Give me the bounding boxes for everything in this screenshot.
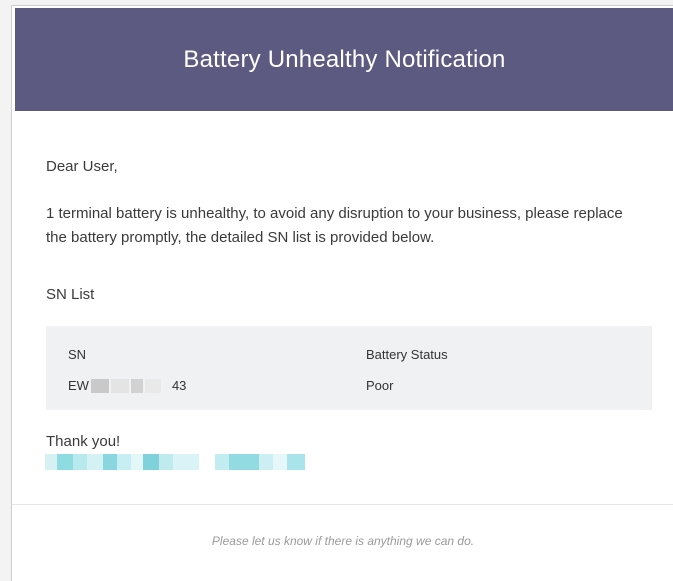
- header-title: Battery Unhealthy Notification: [183, 45, 506, 73]
- footer-note: Please let us know if there is anything …: [211, 534, 475, 548]
- battery-status-value: Poor: [366, 378, 394, 393]
- thanks-text: Thank you!: [46, 433, 121, 450]
- email-header: Battery Unhealthy Notification: [15, 8, 673, 111]
- redacted-sn-mask: [90, 379, 162, 393]
- redacted-signature: [45, 454, 305, 470]
- battery-status-column-header: Battery Status: [366, 347, 448, 362]
- sn-column-header: SN: [68, 347, 87, 362]
- greeting-text: Dear User,: [46, 158, 118, 175]
- email-view: Battery Unhealthy Notification Dear User…: [11, 5, 673, 581]
- footer-divider: [12, 504, 673, 505]
- sn-suffix: 43: [171, 378, 187, 393]
- sn-list-label: SN List: [46, 286, 95, 303]
- sn-table: SN Battery Status EW 43 Poor: [46, 326, 652, 410]
- sn-prefix: EW: [68, 378, 89, 393]
- message-text: 1 terminal battery is unhealthy, to avoi…: [46, 205, 623, 246]
- sn-value: EW 43: [68, 377, 186, 395]
